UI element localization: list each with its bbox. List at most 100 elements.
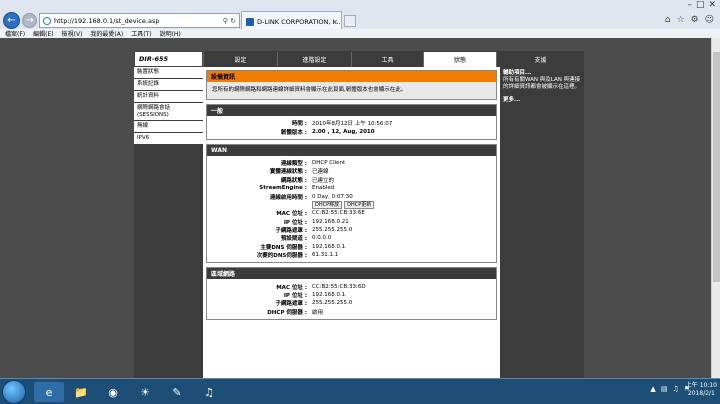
dhcp-release-button[interactable]: DHCP釋放: [312, 200, 343, 209]
help-text: 所有有關WAN 與及LAN 與連接的詳細資訊都會被顯示在這裡。: [503, 77, 581, 91]
table-row: 時間 : 2010年8月12日 上午 10:56:07: [207, 119, 496, 127]
help-more-link[interactable]: 更多...: [503, 97, 581, 104]
tab-setup[interactable]: 設定: [203, 52, 277, 67]
ie-page-icon: [43, 16, 51, 25]
sidebar-item-logs[interactable]: 系統記錄: [134, 78, 203, 91]
row-label: 實體連線狀態 :: [269, 169, 307, 176]
row-value: 255.255.255.0: [312, 300, 353, 307]
table-row: IP 位址 : 192.168.0.1: [207, 291, 496, 299]
lan-header: 區域網路: [207, 268, 496, 280]
clock[interactable]: 上午 10:10 2018/2/1: [686, 382, 717, 398]
search-refresh-icon[interactable]: ⚲ ↻: [223, 17, 236, 25]
table-row: MAC 位址 : CC:B2:55:CB:33:6D: [207, 282, 496, 291]
model-label: DIR-655: [134, 51, 203, 67]
tab-tools[interactable]: 工具: [351, 52, 423, 67]
sidebar-item-wireless[interactable]: 無線: [134, 121, 203, 134]
table-row: StreamEngine : Enabled: [207, 184, 496, 192]
top-nav: DIR-655 設定 進階設定 工具 狀態 支援: [134, 51, 584, 67]
main-content: 設備資訊 您所有的網際網路和網路連線詳細資料會顯示在此頁面,韌體版本也會顯示在此…: [206, 70, 497, 324]
device-info-title: 設備資訊: [207, 71, 496, 82]
menu-help[interactable]: 說明(H): [160, 29, 181, 38]
menu-favorites[interactable]: 我的最愛(A): [90, 29, 123, 38]
start-button-icon[interactable]: [2, 380, 26, 404]
itunes-icon[interactable]: ♫: [194, 382, 224, 402]
tab-advanced[interactable]: 進階設定: [277, 52, 351, 67]
tab-status[interactable]: 狀態: [423, 52, 496, 67]
address-bar[interactable]: http://192.168.0.1/st_device.asp ⚲ ↻: [39, 13, 240, 28]
back-arrow-icon[interactable]: ←: [3, 12, 20, 29]
row-value: Enabled: [312, 185, 335, 192]
row-value: 0 Day, 0:07:30: [312, 193, 353, 200]
forward-arrow-icon[interactable]: →: [22, 13, 37, 28]
row-value: 192.168.0.1: [312, 292, 346, 299]
chrome-icon[interactable]: ◉: [98, 382, 128, 402]
smiley-feedback-icon[interactable]: ☺: [705, 15, 714, 25]
tab-title: D-LINK CORPORATION, I...: [257, 17, 341, 26]
ie-taskbar-icon[interactable]: e: [34, 382, 64, 402]
row-label: 時間 :: [291, 121, 307, 128]
table-row: IP 位址 : 192.168.0.21: [207, 218, 496, 226]
table-row: DHCP 伺服器 : 啟用: [207, 308, 496, 316]
page-background: DIR-655 設定 進階設定 工具 狀態 支援 裝置狀態 系統記錄 統計資料 …: [0, 38, 720, 378]
scrollbar-thumb[interactable]: [713, 52, 720, 282]
table-row: 韌體版本 : 2.00 , 12, Aug, 2010: [207, 127, 496, 136]
menu-bar: 檔案(F) 編輯(E) 檢視(V) 我的最愛(A) 工具(T) 說明(H): [0, 29, 720, 38]
dhcp-renew-button[interactable]: DHCP更新: [344, 200, 375, 209]
vertical-scrollbar[interactable]: [711, 38, 720, 378]
settings-gear-icon[interactable]: ⚙: [691, 15, 699, 25]
table-row: 主要DNS 伺服器 : 192.168.0.1: [207, 243, 496, 251]
row-label: DHCP 伺服器 :: [267, 309, 307, 316]
row-value: 0.0.0.0: [312, 235, 332, 242]
maximize-icon[interactable]: □: [696, 0, 705, 10]
row-value: 192.168.0.21: [312, 218, 349, 225]
general-panel: 一般 時間 : 2010年8月12日 上午 10:56:07 韌體版本 : 2.00 …: [206, 104, 497, 140]
table-row: 預設閘道 : 0.0.0.0: [207, 234, 496, 242]
network-icon[interactable]: ▤: [661, 385, 668, 393]
new-tab-button[interactable]: [344, 15, 356, 27]
paint-icon[interactable]: ✎: [162, 382, 192, 402]
sidebar-item-statistics[interactable]: 統計資料: [134, 90, 203, 103]
row-label: MAC 位址 :: [276, 211, 307, 218]
row-label: StreamEngine :: [259, 185, 307, 192]
row-label: IP 位址 :: [283, 219, 307, 226]
device-info-panel: 設備資訊 您所有的網際網路和網路連線詳細資料會顯示在此頁面,韌體版本也會顯示在此…: [206, 70, 497, 100]
tray-chevron-icon[interactable]: ▲: [650, 385, 655, 393]
close-window-icon[interactable]: ✕: [708, 0, 716, 10]
row-label: MAC 位址 :: [276, 284, 307, 291]
general-rows: 時間 : 2010年8月12日 上午 10:56:07 韌體版本 : 2.00 , 1…: [207, 116, 496, 139]
sidebar-item-device-info[interactable]: 裝置狀態: [134, 67, 203, 79]
dlink-favicon-icon: [246, 17, 254, 26]
tab-support[interactable]: 支援: [496, 52, 584, 67]
clock-time: 上午 10:10: [685, 382, 717, 389]
menu-view[interactable]: 檢視(V): [62, 29, 83, 38]
row-label: 預設閘道 :: [280, 236, 307, 243]
row-value: 已連線: [312, 169, 329, 176]
close-tab-icon[interactable]: ×: [332, 18, 338, 26]
table-row: 網路狀態 : 已建立的: [207, 176, 496, 184]
clock-date: 2018/2/1: [687, 390, 715, 398]
home-icon[interactable]: ⌂: [665, 15, 671, 25]
sidebar-item-sessions[interactable]: 網際網路會話 (SESSIONS): [134, 102, 203, 122]
favorites-star-icon[interactable]: ☆: [676, 15, 684, 25]
device-info-description: 您所有的網際網路和網路連線詳細資料會顯示在此頁面,韌體版本也會顯示在此。: [207, 82, 496, 99]
tab-dlink[interactable]: D-LINK CORPORATION, I... ×: [241, 11, 342, 31]
menu-edit[interactable]: 編輯(E): [33, 29, 53, 38]
firefox-icon[interactable]: ☀: [130, 382, 160, 402]
wan-header: WAN: [207, 144, 496, 156]
sidebar: 裝置狀態 系統記錄 統計資料 網際網路會話 (SESSIONS) 無線 IPV6: [134, 67, 203, 378]
minimize-icon[interactable]: –: [687, 0, 692, 10]
system-tray: ▲ ▤ ♫ ⚑: [650, 385, 690, 393]
explorer-folder-icon[interactable]: 📁: [66, 382, 96, 402]
menu-tools[interactable]: 工具(T): [131, 29, 151, 38]
wan-panel: WAN 連線類型 : DHCP Client 實體連線狀態 : 已連線 網路狀態 : 已建…: [206, 143, 497, 264]
row-value: 255.255.255.0: [312, 227, 353, 234]
row-value: DHCP釋放 DHCP更新: [310, 200, 376, 209]
url-text[interactable]: http://192.168.0.1/st_device.asp: [54, 17, 159, 25]
row-value: 61.31.1.1: [312, 252, 339, 259]
row-label: IP 位址 :: [283, 293, 307, 300]
sidebar-item-ipv6[interactable]: IPV6: [134, 133, 203, 146]
row-label: 子網路遮罩 :: [275, 301, 307, 308]
browser-tools: ⌂ ☆ ⚙ ☺: [665, 15, 714, 25]
menu-file[interactable]: 檔案(F): [5, 29, 25, 38]
volume-icon[interactable]: ♫: [672, 385, 678, 393]
